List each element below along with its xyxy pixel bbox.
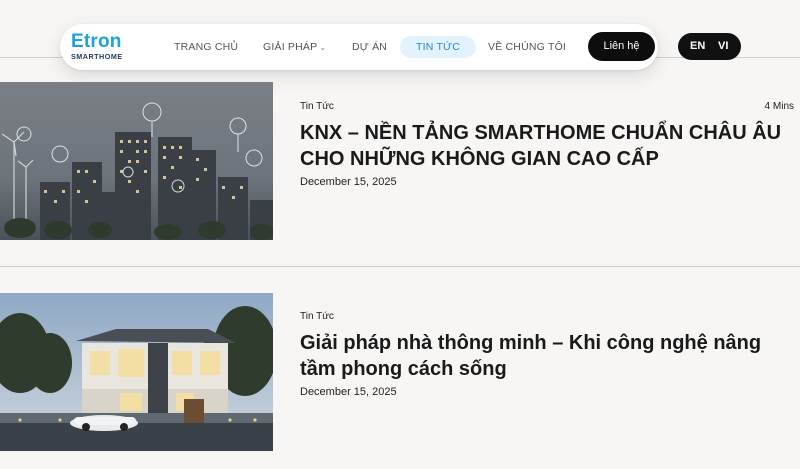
article-date: December 15, 2025 bbox=[300, 386, 397, 398]
nav-bar: Etron SMARTHOME TRANG CHỦ GIẢI PHÁP ⌄ DỰ … bbox=[60, 24, 658, 70]
article-divider bbox=[0, 266, 800, 267]
article-thumbnail-city[interactable] bbox=[0, 82, 273, 240]
lang-en-button[interactable]: EN bbox=[690, 40, 705, 52]
nav-item-projects[interactable]: DỰ ÁN bbox=[352, 36, 387, 58]
logo[interactable]: Etron SMARTHOME bbox=[68, 29, 140, 65]
read-time: 4 Mins bbox=[764, 101, 794, 112]
nav-item-about[interactable]: VỀ CHÚNG TÔI bbox=[488, 36, 566, 58]
nav-label: VỀ CHÚNG TÔI bbox=[488, 41, 567, 53]
nav-item-home[interactable]: TRANG CHỦ bbox=[174, 36, 238, 58]
logo-subtext: SMARTHOME bbox=[71, 52, 123, 61]
article-date: December 15, 2025 bbox=[300, 176, 397, 188]
nav-label: TRANG CHỦ bbox=[174, 41, 239, 53]
article-title[interactable]: Giải pháp nhà thông minh – Khi công nghệ… bbox=[300, 330, 790, 382]
nav-label: DỰ ÁN bbox=[352, 41, 388, 53]
nav-label: GIẢI PHÁP bbox=[263, 41, 318, 53]
nav-item-news[interactable]: TIN TỨC bbox=[400, 36, 477, 58]
article-category[interactable]: Tin Tức bbox=[300, 311, 334, 322]
article-category[interactable]: Tin Tức bbox=[300, 101, 334, 112]
article-title[interactable]: KNX – NỀN TẢNG SMARTHOME CHUẨN CHÂU ÂU C… bbox=[300, 120, 790, 172]
language-switcher: EN VI bbox=[678, 33, 741, 60]
article-thumbnail-villa[interactable] bbox=[0, 293, 273, 451]
chevron-down-icon: ⌄ bbox=[319, 43, 327, 52]
logo-text: Etron bbox=[71, 31, 122, 52]
nav-label: TIN TỨC bbox=[416, 41, 461, 53]
lang-vi-button[interactable]: VI bbox=[718, 40, 728, 52]
contact-button[interactable]: Liên hệ bbox=[588, 32, 655, 61]
nav-item-solutions[interactable]: GIẢI PHÁP ⌄ bbox=[263, 36, 326, 58]
